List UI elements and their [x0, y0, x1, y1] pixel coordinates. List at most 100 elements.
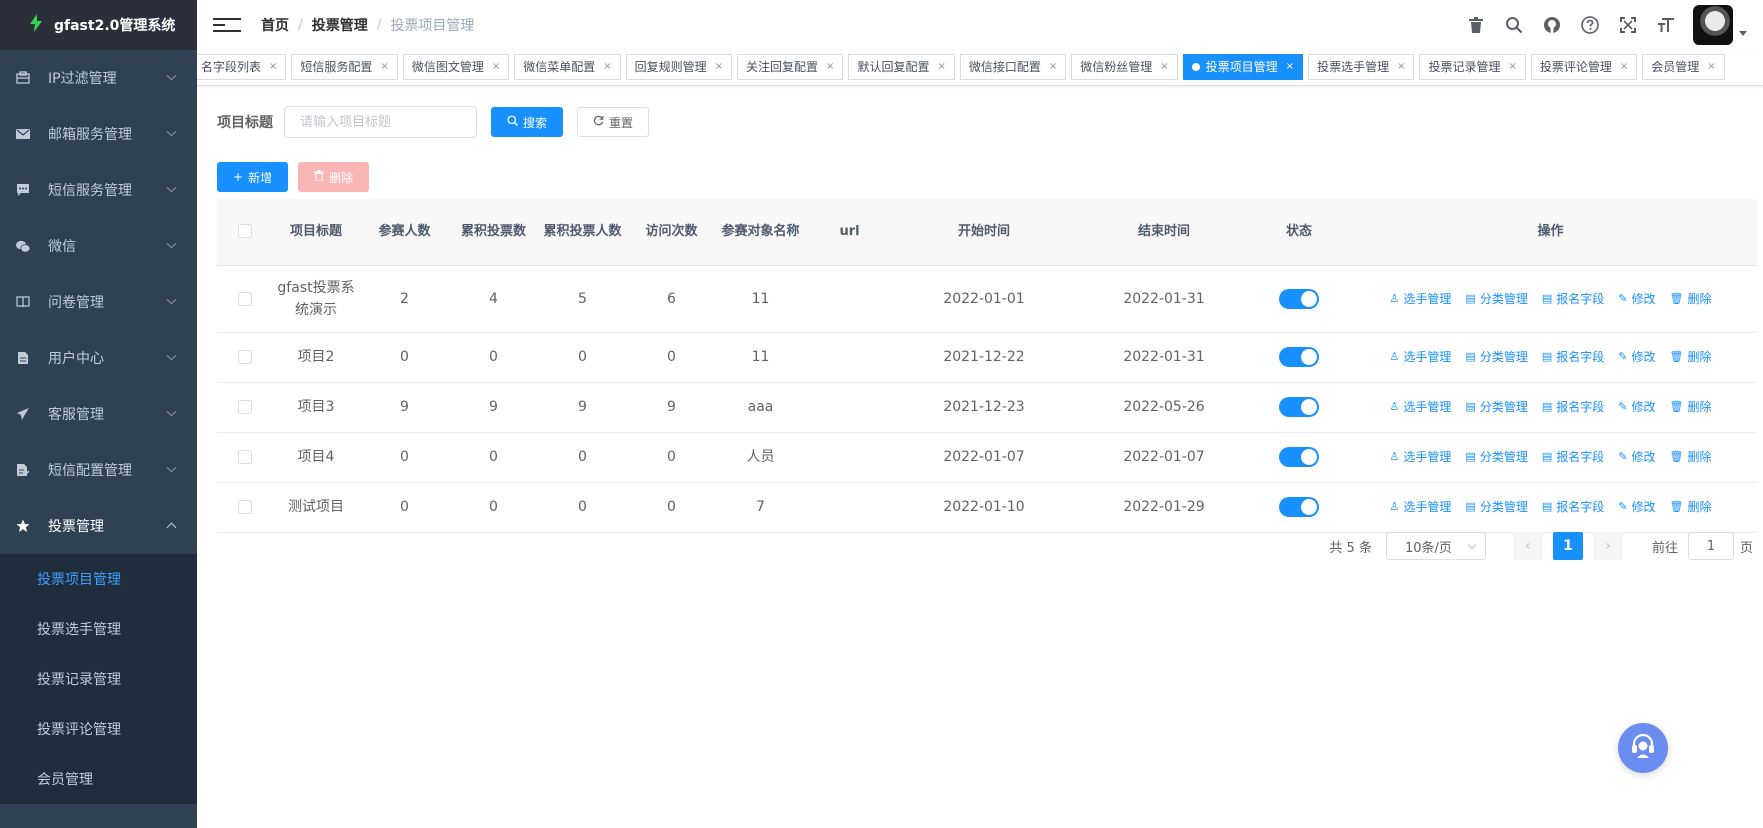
- status-switch[interactable]: [1279, 497, 1319, 517]
- close-icon[interactable]: ×: [603, 55, 611, 79]
- action-delete-button[interactable]: 🗑 删除: [1669, 446, 1711, 468]
- sidebar-item-sms-config[interactable]: 短信配置管理: [0, 442, 197, 498]
- sidebar-subitem-vote-project[interactable]: 投票项目管理: [0, 554, 197, 604]
- hamburger-icon[interactable]: [213, 18, 241, 32]
- tag-11[interactable]: 投票记录管理 ×: [1419, 54, 1526, 80]
- table-row[interactable]: 项目2 0 0 0 0 11 2021-12-22 2022-01-31 ♙ 选手管理 ▤ 分类管理 ▤…: [217, 332, 1757, 383]
- action-edit-button[interactable]: ✎ 修改: [1618, 446, 1655, 468]
- page-size-select[interactable]: 10条/页: [1385, 532, 1486, 560]
- close-icon[interactable]: ×: [1620, 55, 1628, 79]
- column-header[interactable]: 参赛人数: [360, 199, 449, 266]
- sidebar-item-wechat[interactable]: 微信: [0, 218, 197, 274]
- close-icon[interactable]: ×: [1286, 55, 1294, 79]
- project-title-input[interactable]: [284, 106, 477, 138]
- tag-12[interactable]: 投票评论管理 ×: [1530, 54, 1638, 80]
- table-row[interactable]: 测试项目 0 0 0 0 7 2022-01-10 2022-01-29 ♙ 选手管理 ▤ 分类管理 ▤…: [217, 482, 1757, 533]
- action-edit-button[interactable]: ✎ 修改: [1618, 346, 1655, 368]
- status-switch[interactable]: [1279, 447, 1319, 467]
- close-icon[interactable]: ×: [492, 55, 500, 79]
- table-row[interactable]: 项目3 9 9 9 9 aaa 2021-12-23 2022-05-26 ♙ 选手管理 ▤ 分类管理…: [217, 382, 1757, 433]
- add-button[interactable]: + 新增: [217, 162, 289, 192]
- sidebar-item-customer-service[interactable]: 客服管理: [0, 386, 197, 442]
- tag-2[interactable]: 微信图文管理 ×: [402, 54, 510, 80]
- column-header[interactable]: url: [805, 199, 894, 266]
- action-edit-button[interactable]: ✎ 修改: [1618, 496, 1655, 518]
- action-players-button[interactable]: ♙ 选手管理: [1390, 496, 1452, 518]
- breadcrumb-vote[interactable]: 投票管理: [312, 15, 368, 35]
- tag-7[interactable]: 微信接口配置 ×: [959, 54, 1067, 80]
- action-delete-button[interactable]: 🗑 删除: [1669, 346, 1711, 368]
- table-row[interactable]: 项目4 0 0 0 0 人员 2022-01-07 2022-01-07 ♙ 选手管理 ▤ 分类管理 ▤…: [217, 432, 1757, 483]
- column-header[interactable]: 开始时间: [894, 199, 1074, 266]
- search-icon[interactable]: [1495, 0, 1533, 50]
- breadcrumb-home[interactable]: 首页: [261, 15, 289, 35]
- tag-8[interactable]: 微信粉丝管理 ×: [1071, 54, 1178, 80]
- column-header[interactable]: 操作: [1344, 199, 1757, 266]
- user-avatar-dropdown[interactable]: [1693, 5, 1747, 45]
- close-icon[interactable]: ×: [1707, 55, 1715, 79]
- close-icon[interactable]: ×: [1397, 55, 1405, 79]
- action-players-button[interactable]: ♙ 选手管理: [1390, 288, 1452, 310]
- customer-service-float-button[interactable]: [1618, 723, 1668, 773]
- column-header[interactable]: 项目标题: [272, 199, 360, 266]
- sidebar-subitem-vote-player[interactable]: 投票选手管理: [0, 604, 197, 654]
- action-signup-fields-button[interactable]: ▤ 报名字段: [1542, 496, 1604, 518]
- tag-9[interactable]: 投票项目管理 ×: [1182, 54, 1304, 80]
- fullscreen-icon[interactable]: [1609, 0, 1647, 50]
- goto-page-input[interactable]: [1687, 532, 1734, 560]
- close-icon[interactable]: ×: [1160, 55, 1168, 79]
- action-categories-button[interactable]: ▤ 分类管理: [1465, 346, 1527, 368]
- action-signup-fields-button[interactable]: ▤ 报名字段: [1542, 346, 1604, 368]
- close-icon[interactable]: ×: [269, 55, 277, 79]
- tag-3[interactable]: 微信菜单配置 ×: [514, 54, 621, 80]
- close-icon[interactable]: ×: [826, 55, 834, 79]
- close-icon[interactable]: ×: [380, 55, 388, 79]
- action-delete-button[interactable]: 🗑 删除: [1669, 396, 1711, 418]
- action-delete-button[interactable]: 🗑 删除: [1669, 288, 1711, 310]
- status-switch[interactable]: [1279, 347, 1319, 367]
- action-edit-button[interactable]: ✎ 修改: [1618, 288, 1655, 310]
- column-header[interactable]: 结束时间: [1074, 199, 1254, 266]
- tag-13[interactable]: 会员管理 ×: [1642, 54, 1725, 80]
- select-all-checkbox[interactable]: [237, 224, 252, 239]
- sidebar-item-sms-service[interactable]: 短信服务管理: [0, 162, 197, 218]
- column-header[interactable]: 累积投票数: [449, 199, 538, 266]
- trash-icon[interactable]: [1457, 0, 1495, 50]
- close-icon[interactable]: ×: [1049, 55, 1057, 79]
- action-categories-button[interactable]: ▤ 分类管理: [1465, 288, 1527, 310]
- table-row[interactable]: gfast投票系统演示 2 4 5 6 11 2022-01-01 2022-01-31 ♙ 选手…: [217, 265, 1757, 333]
- action-signup-fields-button[interactable]: ▤ 报名字段: [1542, 288, 1604, 310]
- action-players-button[interactable]: ♙ 选手管理: [1390, 446, 1452, 468]
- tag-10[interactable]: 投票选手管理 ×: [1308, 54, 1415, 80]
- close-icon[interactable]: ×: [715, 55, 723, 79]
- row-checkbox[interactable]: [237, 400, 252, 414]
- app-logo[interactable]: gfast2.0管理系统: [0, 0, 197, 50]
- column-header[interactable]: 访问次数: [627, 199, 716, 266]
- row-checkbox[interactable]: [237, 500, 252, 514]
- page-number-button[interactable]: 1: [1552, 532, 1583, 560]
- column-header[interactable]: 参赛对象名称: [716, 199, 805, 266]
- status-switch[interactable]: [1279, 397, 1319, 417]
- action-delete-button[interactable]: 🗑 删除: [1669, 496, 1711, 518]
- tag-5[interactable]: 关注回复配置 ×: [737, 54, 844, 80]
- sidebar-item-email[interactable]: 邮箱服务管理: [0, 106, 197, 162]
- sidebar-subitem-member[interactable]: 会员管理: [0, 754, 197, 804]
- close-icon[interactable]: ×: [937, 55, 945, 79]
- next-page-button[interactable]: ›: [1592, 532, 1623, 560]
- column-header[interactable]: 累积投票人数: [538, 199, 627, 266]
- tag-0[interactable]: 名字段列表 ×: [197, 54, 287, 80]
- action-edit-button[interactable]: ✎ 修改: [1618, 396, 1655, 418]
- delete-button[interactable]: 删除: [298, 162, 370, 192]
- sidebar-item-user-center[interactable]: 用户中心: [0, 330, 197, 386]
- close-icon[interactable]: ×: [1508, 55, 1516, 79]
- sidebar-subitem-vote-record[interactable]: 投票记录管理: [0, 654, 197, 704]
- prev-page-button[interactable]: ‹: [1512, 532, 1543, 560]
- action-signup-fields-button[interactable]: ▤ 报名字段: [1542, 446, 1604, 468]
- font-size-icon[interactable]: [1647, 0, 1685, 50]
- reset-button[interactable]: 重置: [577, 107, 650, 137]
- tag-1[interactable]: 短信服务配置 ×: [291, 54, 398, 80]
- action-players-button[interactable]: ♙ 选手管理: [1390, 396, 1452, 418]
- action-categories-button[interactable]: ▤ 分类管理: [1465, 496, 1527, 518]
- row-checkbox[interactable]: [237, 291, 252, 306]
- sidebar-subitem-vote-comment[interactable]: 投票评论管理: [0, 704, 197, 754]
